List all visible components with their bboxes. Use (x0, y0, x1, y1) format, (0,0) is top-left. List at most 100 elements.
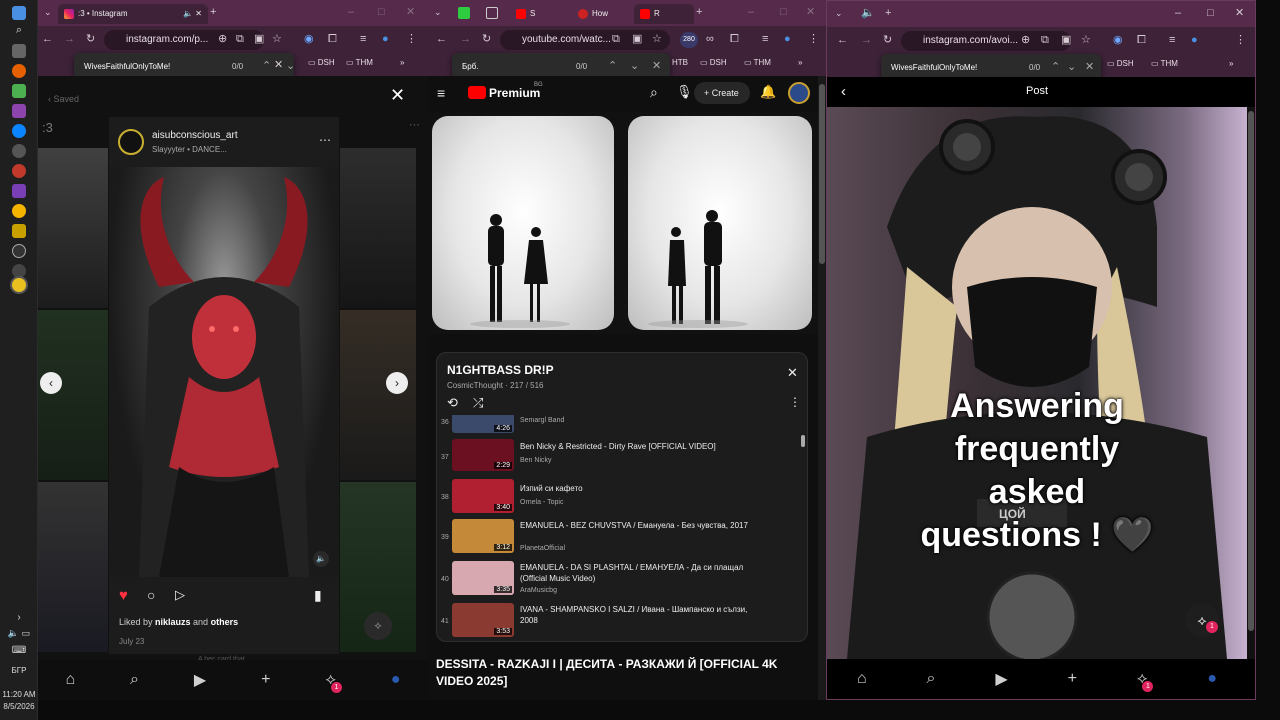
bookmark-folder-thm[interactable]: ▭ THM (346, 58, 373, 67)
cast-icon[interactable]: ⧉ (1041, 35, 1049, 46)
forward-icon[interactable]: → (64, 34, 75, 45)
reload-icon[interactable]: ↻ (883, 35, 892, 46)
zoom-icon[interactable]: ⊕ (218, 34, 227, 45)
playlist-menu-icon[interactable]: ⋮ (789, 395, 801, 409)
chrome-icon[interactable] (12, 204, 26, 218)
language-indicator[interactable]: БГР (0, 666, 38, 675)
media-icon[interactable]: ≡ (1169, 35, 1175, 46)
collection-more-icon[interactable]: ⋯ (409, 118, 420, 131)
find-input[interactable]: WivesFaithfulOnlyToMe! (84, 62, 170, 71)
home-icon[interactable]: ⌂ (857, 670, 867, 688)
grid-thumb[interactable] (340, 148, 416, 308)
find-close-icon[interactable]: ✕ (652, 59, 661, 72)
onenote-icon[interactable] (12, 184, 26, 198)
extensions-icon[interactable]: ⧠ (1137, 35, 1146, 46)
hamburger-menu-icon[interactable]: ≡ (437, 85, 445, 101)
reload-icon[interactable]: ↻ (86, 34, 95, 45)
profile-icon[interactable]: ● (784, 34, 791, 45)
home-icon[interactable]: ⌂ (65, 671, 75, 689)
app-icon-5[interactable] (12, 244, 26, 258)
grid-thumb[interactable] (38, 482, 108, 652)
close-modal-icon[interactable]: ✕ (390, 86, 405, 104)
forward-icon[interactable]: → (861, 35, 872, 46)
close-window-icon[interactable]: ✕ (406, 7, 415, 18)
bookmark-star-icon[interactable]: ☆ (272, 34, 282, 45)
bookmark-folder-dsh[interactable]: ▭ DSH (1107, 59, 1134, 68)
reader-icon[interactable]: ▣ (632, 34, 642, 45)
media-icon[interactable]: ≡ (762, 34, 768, 45)
tab-list-icon[interactable]: ⌄ (44, 8, 52, 17)
minimize-icon[interactable]: – (748, 7, 754, 18)
bookmark-star-icon[interactable]: ☆ (1081, 35, 1091, 46)
playlist-meta[interactable]: CosmicThought · 217 / 516 (447, 381, 544, 390)
search-nav-icon[interactable]: ⌕ (130, 671, 139, 689)
grid-thumb[interactable] (38, 148, 108, 308)
reader-icon[interactable]: ▣ (254, 34, 264, 45)
create-button[interactable]: + Create (694, 82, 750, 104)
task-view-icon[interactable] (12, 44, 26, 58)
menu-icon[interactable]: ⋮ (1235, 35, 1246, 46)
like-heart-icon[interactable]: ♥ (119, 587, 128, 604)
save-bookmark-icon[interactable]: ▮ (314, 587, 322, 604)
close-window-icon[interactable]: ✕ (1235, 8, 1244, 19)
bookmarks-overflow-icon[interactable]: » (400, 58, 404, 67)
profile-icon[interactable]: ● (382, 34, 389, 45)
next-post-icon[interactable]: › (386, 372, 408, 394)
extension-icon-2[interactable]: ∞ (706, 34, 714, 45)
firefox-icon[interactable] (12, 64, 26, 78)
messages-icon[interactable]: ⟡ 1 (325, 671, 342, 693)
profile-nav-icon[interactable]: ● (391, 671, 401, 689)
menu-icon[interactable]: ⋮ (808, 34, 819, 45)
cast-icon[interactable]: ⧉ (612, 34, 620, 45)
find-next-icon[interactable]: ⌄ (1067, 60, 1076, 73)
reader-icon[interactable]: ▣ (1061, 35, 1071, 46)
extension-badge[interactable]: 280 (680, 32, 698, 48)
post-more-icon[interactable]: ⋯ (319, 133, 331, 147)
clock-date[interactable]: 8/5/2026 (0, 702, 38, 711)
maximize-icon[interactable]: □ (1207, 8, 1214, 19)
extensions-icon[interactable]: ⧠ (328, 34, 337, 45)
chevron-up-icon[interactable]: › (0, 612, 38, 623)
app-icon-4[interactable] (12, 224, 26, 238)
reels-icon[interactable]: ▶ (995, 669, 1007, 689)
maximize-icon[interactable]: □ (780, 7, 787, 18)
notifications-bell-icon[interactable]: 🔔 (760, 84, 776, 100)
tab-instagram[interactable]: :3 • Instagram 🔈 ✕ (58, 4, 208, 24)
liked-user[interactable]: niklauzs (155, 617, 191, 627)
minimize-icon[interactable]: – (348, 7, 354, 18)
close-window-icon[interactable]: ✕ (806, 7, 815, 18)
tab-pinned-icon[interactable] (458, 7, 470, 19)
playlist-item[interactable]: 38 3:40 Изпий си кафето Ornela - Topic (437, 479, 797, 513)
back-icon[interactable]: ← (436, 34, 447, 45)
bookmarks-overflow-icon[interactable]: » (1229, 59, 1233, 68)
keyboard-icon[interactable]: ⌨ (0, 645, 38, 656)
liked-others[interactable]: others (211, 617, 239, 627)
extensions-icon[interactable]: ⧠ (730, 34, 739, 45)
back-icon[interactable]: ← (42, 34, 53, 45)
find-prev-icon[interactable]: ⌃ (1051, 60, 1060, 73)
new-tab-icon[interactable]: + (210, 7, 216, 18)
bookmark-ntv[interactable]: НТВ (672, 58, 688, 67)
maximize-icon[interactable]: □ (378, 7, 385, 18)
post-date[interactable]: July 23 (119, 637, 144, 646)
video-player[interactable] (428, 112, 818, 334)
extension-icon-1[interactable]: ◉ (1113, 35, 1123, 46)
create-icon[interactable]: + (1068, 670, 1077, 688)
tab-youtube-2[interactable]: How (572, 4, 632, 24)
account-avatar[interactable] (788, 82, 810, 104)
chrome-active-icon[interactable] (12, 278, 26, 292)
reels-icon[interactable]: ▶ (194, 670, 206, 690)
search-nav-icon[interactable]: ⌕ (927, 670, 936, 688)
playlist-item[interactable]: 36 4:26 Semargl Band (437, 415, 797, 435)
youtube-logo-icon[interactable] (468, 86, 486, 99)
page-scrollbar[interactable] (1247, 107, 1255, 659)
opera-icon[interactable] (12, 164, 26, 178)
post-audio-subtitle[interactable]: Slayyyter • DANCE... (152, 145, 227, 154)
microphone-icon[interactable]: 🎙 (676, 84, 693, 100)
reel-video[interactable]: ЦОЙ Answering frequently asked questions… (827, 107, 1247, 659)
back-icon[interactable]: ← (837, 35, 848, 46)
address-bar[interactable]: youtube.com/watc... (500, 30, 670, 50)
create-icon[interactable]: + (261, 671, 270, 689)
find-prev-icon[interactable]: ⌃ (608, 59, 617, 72)
menu-icon[interactable]: ⋮ (406, 34, 417, 45)
